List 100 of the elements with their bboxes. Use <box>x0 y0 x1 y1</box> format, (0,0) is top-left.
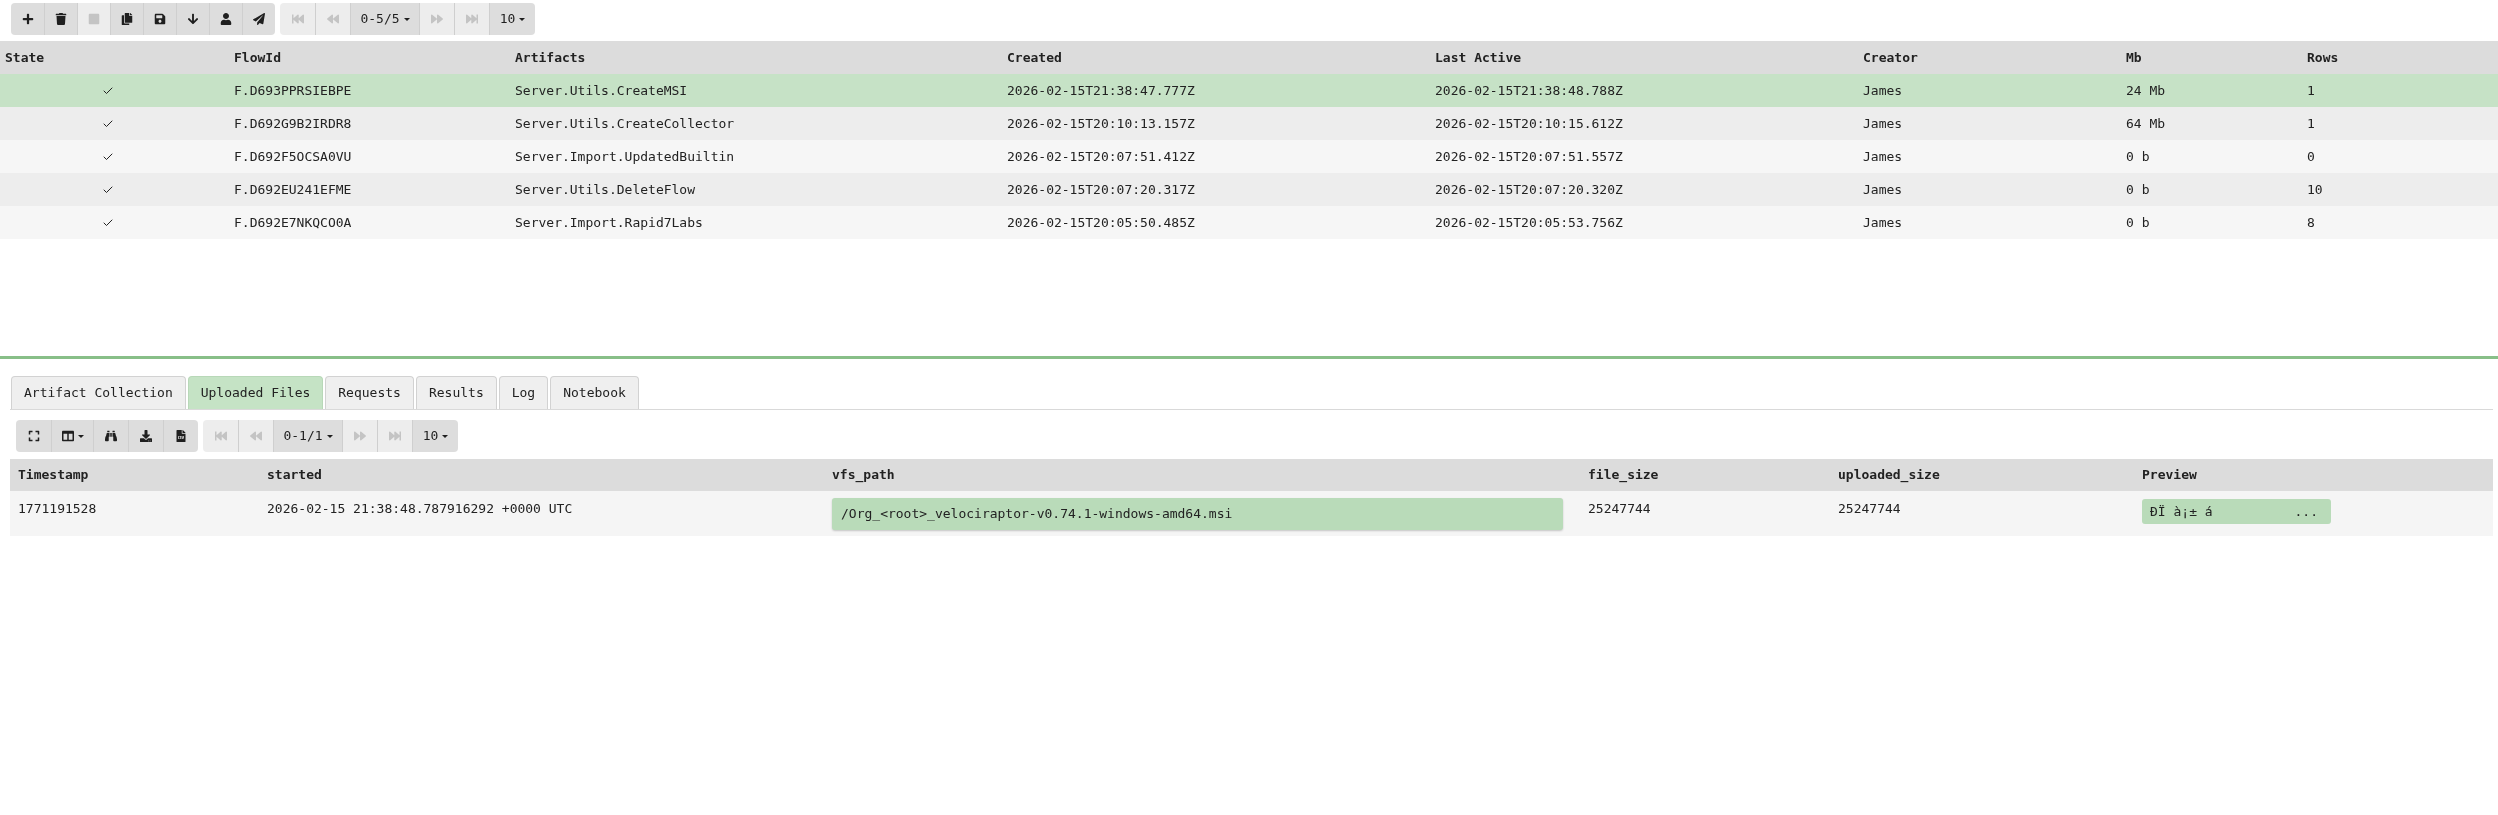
binoculars-icon <box>105 430 117 442</box>
table-cell-text: 2026-02-15T20:10:13.157Z <box>1007 114 1195 133</box>
page-size-button[interactable]: 10 <box>412 420 458 452</box>
tab[interactable]: Log <box>498 376 549 409</box>
copy-button[interactable] <box>110 3 143 35</box>
column-header[interactable]: uploaded_size <box>1838 465 1940 485</box>
table-cell-text: James <box>1863 114 1903 133</box>
column-header[interactable]: State <box>5 47 45 68</box>
rewind-icon <box>327 13 339 25</box>
table-cell-text: Server.Utils.CreateMSI <box>515 81 688 100</box>
save-button[interactable] <box>143 3 176 35</box>
table-cell-text: James <box>1863 180 1903 199</box>
table-cell-text: F.D692F5OCSA0VU <box>234 147 352 166</box>
download-icon <box>140 430 152 442</box>
user-button[interactable] <box>209 3 242 35</box>
table-row[interactable]: F.D692EU241EFME Server.Utils.DeleteFlow 2026-02-15T20:07:20.317Z 2026-02-15T20:07:20.320Z James 0 b 10 <box>0 173 2498 206</box>
table-row[interactable]: F.D692E7NKQCO0A Server.Import.Rapid7Labs 2026-02-15T20:05:50.485Z 2026-02-15T20:05:53.756Z James 0 b 8 <box>0 206 2498 239</box>
table-cell-text: 25247744 <box>1838 500 1901 518</box>
table-cell-text: 2026-02-15T20:07:51.557Z <box>1435 147 1623 166</box>
table-cell-text: 0 b <box>2126 213 2150 232</box>
columns-button[interactable] <box>51 420 93 452</box>
preview-button[interactable]: ÐÏ à¡± á ... <box>2142 499 2331 524</box>
tab[interactable]: Artifact Collection <box>11 376 186 409</box>
expand-icon <box>27 430 40 442</box>
copy-icon <box>121 13 133 25</box>
tab[interactable]: Results <box>415 376 497 409</box>
column-header[interactable]: vfs_path <box>832 465 895 485</box>
table-cell-text: 2026-02-15T20:05:53.756Z <box>1435 213 1623 232</box>
table-cell-text: 0 <box>2307 147 2315 166</box>
column-header[interactable]: started <box>267 465 322 485</box>
table-cell-text: 1 <box>2307 114 2315 133</box>
tab[interactable]: Notebook <box>550 376 639 409</box>
table-cell-text: 0 b <box>2126 147 2150 166</box>
caret-icon <box>519 17 526 21</box>
paper-plane-icon <box>253 13 265 25</box>
table-cell-text: 2026-02-15T20:07:51.412Z <box>1007 147 1195 166</box>
column-header[interactable]: Preview <box>2142 465 2197 485</box>
column-header[interactable]: Rows <box>2307 47 2339 68</box>
table-cell-text: James <box>1863 81 1903 100</box>
caret-icon <box>403 17 410 21</box>
table-cell-text: 2026-02-15T21:38:47.777Z <box>1007 81 1195 100</box>
trash-icon <box>55 13 67 25</box>
table-cell-text: F.D692E7NKQCO0A <box>234 213 352 232</box>
caret-icon <box>77 434 84 438</box>
user-icon <box>220 13 232 25</box>
plus-icon <box>21 13 34 25</box>
table-cell-text: 2026-02-15T21:38:48.788Z <box>1435 81 1623 100</box>
column-header[interactable]: Mb <box>2126 47 2142 68</box>
column-header[interactable]: Last Active <box>1435 47 1522 68</box>
table-cell-text: 24 Mb <box>2126 81 2166 100</box>
search-button[interactable] <box>93 420 128 452</box>
caret-icon <box>442 434 449 438</box>
table-cell-text: James <box>1863 147 1903 166</box>
fast-forward-icon <box>354 430 366 442</box>
table-cell-text: 0 b <box>2126 180 2150 199</box>
table-cell-text: 2026-02-15T20:07:20.320Z <box>1435 180 1623 199</box>
column-header[interactable]: Creator <box>1863 47 1918 68</box>
table-cell-text: 25247744 <box>1588 500 1651 518</box>
tab[interactable]: Uploaded Files <box>187 376 324 409</box>
column-header[interactable]: Timestamp <box>18 465 89 485</box>
table-row[interactable]: F.D693PPRSIEBPE Server.Utils.CreateMSI 2026-02-15T21:38:47.777Z 2026-02-15T21:38:48.788Z James 24 Mb 1 <box>0 74 2498 107</box>
add-button[interactable] <box>11 3 44 35</box>
page-size-button[interactable]: 10 <box>489 3 535 35</box>
table-cell-text: Server.Import.Rapid7Labs <box>515 213 703 232</box>
table-row[interactable]: F.D692F5OCSA0VU Server.Import.UpdatedBuiltin 2026-02-15T20:07:51.412Z 2026-02-15T20:07:51.557Z James 0 b 0 <box>0 140 2498 173</box>
page-range-button[interactable]: 0-5/5 <box>350 3 419 35</box>
column-header[interactable]: Artifacts <box>515 47 586 68</box>
table-row[interactable]: F.D692G9B2IRDR8 Server.Utils.CreateCollector 2026-02-15T20:10:13.157Z 2026-02-15T20:10:15.612Z James 64 Mb 1 <box>0 107 2498 140</box>
fast-forward-icon <box>431 13 443 25</box>
column-header[interactable]: FlowId <box>234 47 281 68</box>
send-button[interactable] <box>242 3 275 35</box>
skip-to-end-icon <box>466 13 478 25</box>
table-cell-text: James <box>1863 213 1903 232</box>
down-arrow-icon <box>187 13 199 25</box>
export-csv-button[interactable] <box>163 420 198 452</box>
table-cell-text: 1 <box>2307 81 2315 100</box>
table-cell-text: 2026-02-15T20:10:15.612Z <box>1435 114 1623 133</box>
download-button[interactable] <box>176 3 209 35</box>
skip-to-start-icon <box>291 13 304 25</box>
skip-to-start-icon <box>214 430 227 442</box>
table-cell-text: Server.Utils.DeleteFlow <box>515 180 695 199</box>
table-cell-text: 10 <box>2307 180 2323 199</box>
rewind-icon <box>250 430 262 442</box>
table-cell-text: Server.Utils.CreateCollector <box>515 114 735 133</box>
table-cell-text: 64 Mb <box>2126 114 2166 133</box>
skip-to-end-icon <box>389 430 401 442</box>
table-cell-text: F.D692G9B2IRDR8 <box>234 114 352 133</box>
file-path-button[interactable]: /Org_<root>_velociraptor-v0.74.1-windows-amd64.msi <box>832 498 1563 530</box>
table-cell-text: 2026-02-15 21:38:48.787916292 +0000 UTC <box>267 500 573 518</box>
csv-file-icon <box>175 430 187 442</box>
table-cell-text: 1771191528 <box>18 500 97 518</box>
table-cell-text: 2026-02-15T20:05:50.485Z <box>1007 213 1195 232</box>
columns-icon <box>61 430 74 442</box>
delete-button[interactable] <box>44 3 77 35</box>
table-cell-text: F.D693PPRSIEBPE <box>234 81 352 100</box>
page-range-button[interactable]: 0-1/1 <box>273 420 342 452</box>
column-header[interactable]: Created <box>1007 47 1062 68</box>
tab[interactable]: Requests <box>325 376 414 409</box>
column-header[interactable]: file_size <box>1588 465 1659 485</box>
download-button[interactable] <box>128 420 163 452</box>
